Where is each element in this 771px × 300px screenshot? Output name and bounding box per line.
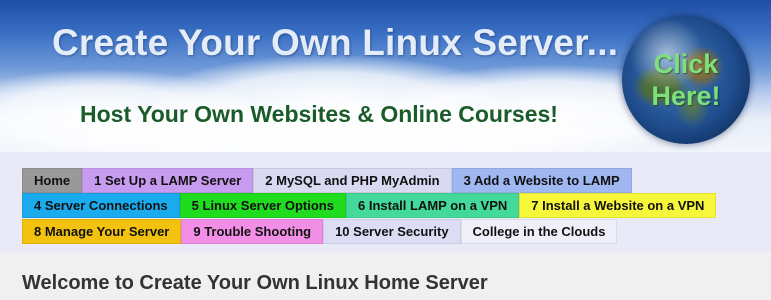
- nav-item-college-in-the-clouds[interactable]: College in the Clouds: [460, 219, 618, 244]
- click-here-label: Click Here!: [651, 49, 721, 111]
- globe-click-here-link[interactable]: Click Here!: [622, 16, 750, 144]
- nav-item-linux-server-options[interactable]: 5 Linux Server Options: [179, 193, 346, 218]
- nav-item-add-website-to-lamp[interactable]: 3 Add a Website to LAMP: [451, 168, 632, 193]
- site-subtitle: Host Your Own Websites & Online Courses!: [80, 101, 558, 127]
- nav-item-manage-your-server[interactable]: 8 Manage Your Server: [22, 219, 182, 244]
- header-banner: Create Your Own Linux Server... Host You…: [0, 0, 771, 152]
- nav-item-server-connections[interactable]: 4 Server Connections: [22, 193, 180, 218]
- nav-item-trouble-shooting[interactable]: 9 Trouble Shooting: [181, 219, 324, 244]
- main-navigation: Home 1 Set Up a LAMP Server 2 MySQL and …: [0, 152, 771, 252]
- nav-item-mysql-phpmyadmin[interactable]: 2 MySQL and PHP MyAdmin: [253, 168, 452, 193]
- nav-row: 8 Manage Your Server 9 Trouble Shooting …: [22, 219, 618, 244]
- page-heading: Welcome to Create Your Own Linux Home Se…: [22, 272, 488, 294]
- site-title: Create Your Own Linux Server...: [52, 22, 619, 63]
- nav-item-server-security[interactable]: 10 Server Security: [323, 219, 461, 244]
- nav-item-install-website-on-vpn[interactable]: 7 Install a Website on a VPN: [519, 193, 717, 218]
- nav-item-home[interactable]: Home: [22, 168, 83, 193]
- nav-item-set-up-lamp-server[interactable]: 1 Set Up a LAMP Server: [82, 168, 254, 193]
- nav-row: 4 Server Connections 5 Linux Server Opti…: [22, 193, 717, 218]
- nav-row: Home 1 Set Up a LAMP Server 2 MySQL and …: [22, 168, 632, 193]
- nav-item-install-lamp-on-vpn[interactable]: 6 Install LAMP on a VPN: [345, 193, 520, 218]
